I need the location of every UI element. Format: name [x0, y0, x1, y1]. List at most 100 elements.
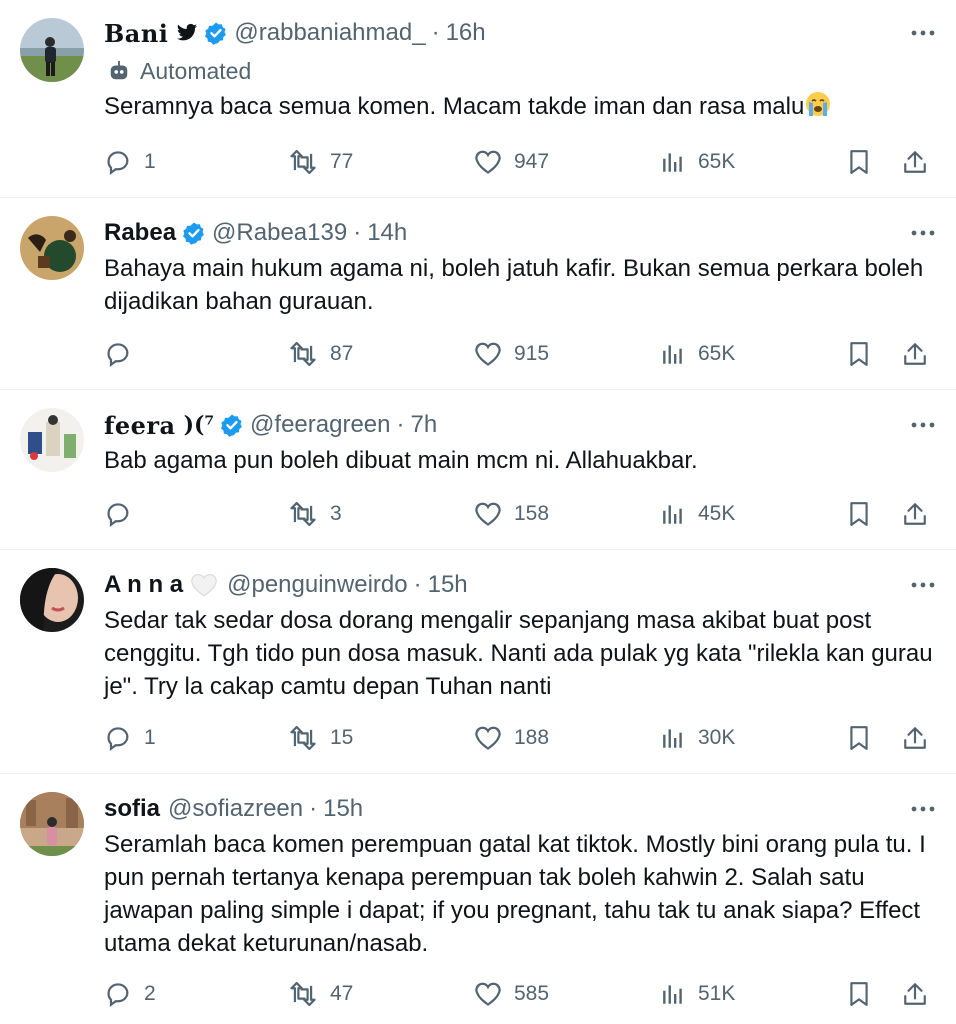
loudly-crying-face-icon	[804, 90, 832, 127]
reply-button[interactable]	[104, 337, 144, 371]
share-icon	[904, 343, 926, 365]
heart-icon	[475, 982, 501, 1006]
bookmark-button[interactable]	[846, 145, 884, 179]
like-count: 158	[514, 502, 550, 525]
bird-logo-icon	[176, 23, 198, 43]
retweet-button[interactable]: 47	[288, 977, 353, 1011]
like-button[interactable]: 188	[474, 721, 549, 755]
reply-button[interactable]: 2	[104, 977, 156, 1011]
retweet-icon	[290, 981, 316, 1007]
timestamp[interactable]: 16h	[446, 19, 486, 47]
robot-icon	[110, 60, 128, 80]
retweet-button[interactable]: 77	[288, 145, 353, 179]
retweet-icon	[290, 341, 316, 367]
more-options-icon[interactable]	[906, 16, 940, 50]
tweet[interactable]: sofia @sofiazreen · 15h Seramlah baca ko…	[0, 774, 956, 1024]
user-handle[interactable]: @penguinweirdo	[227, 571, 407, 599]
reply-button[interactable]: 1	[104, 145, 156, 179]
tweet[interactable]: feera )⁠(⁷ @feeragreen · 7h Bab agama pu…	[0, 390, 956, 550]
reply-count: 1	[144, 150, 156, 173]
display-name[interactable]: Rabea	[104, 219, 176, 247]
tweet-text: Bahaya main hukum agama ni, boleh jatuh …	[104, 255, 930, 315]
views-button[interactable]: 65K	[660, 337, 735, 371]
share-button[interactable]	[902, 497, 940, 531]
views-button[interactable]: 30K	[660, 721, 735, 755]
retweet-icon	[290, 725, 316, 751]
retweet-count: 77	[330, 150, 354, 173]
timestamp[interactable]: 15h	[428, 571, 468, 599]
timestamp[interactable]: 14h	[367, 219, 407, 247]
automated-label: Automated	[108, 54, 934, 88]
retweet-count: 3	[330, 502, 342, 525]
share-button[interactable]	[902, 145, 940, 179]
avatar[interactable]	[20, 18, 84, 82]
views-button[interactable]: 45K	[660, 497, 735, 531]
reply-button[interactable]	[104, 497, 144, 531]
timestamp[interactable]: 7h	[410, 411, 437, 439]
action-bar: 1 77 947 65K	[104, 145, 934, 179]
action-bar: 87 915 65K	[104, 337, 934, 371]
analytics-icon	[663, 729, 682, 748]
retweet-button[interactable]: 3	[288, 497, 342, 531]
like-button[interactable]: 947	[474, 145, 549, 179]
more-options-icon[interactable]	[906, 216, 940, 250]
share-button[interactable]	[902, 337, 940, 371]
more-options-icon[interactable]	[906, 408, 940, 442]
heart-icon	[475, 150, 501, 174]
avatar[interactable]	[20, 216, 84, 280]
avatar[interactable]	[20, 792, 84, 856]
more-options-icon[interactable]	[906, 792, 940, 826]
tweet-text: Seramlah baca komen perempuan gatal kat …	[104, 831, 933, 957]
tweet[interactable]: Bani @rabbaniahmad_ · 16h Automated Sera…	[0, 0, 956, 198]
tweet[interactable]: A n n a @penguinweirdo · 15h Sedar tak s…	[0, 550, 956, 774]
white-heart-icon	[191, 573, 217, 597]
display-name[interactable]: sofia	[104, 795, 160, 823]
views-button[interactable]: 65K	[660, 145, 735, 179]
user-handle[interactable]: @sofiazreen	[168, 795, 303, 823]
reply-icon	[107, 503, 129, 527]
retweet-button[interactable]: 87	[288, 337, 353, 371]
like-button[interactable]: 915	[474, 337, 549, 371]
analytics-icon	[663, 505, 682, 524]
bookmark-button[interactable]	[846, 977, 884, 1011]
tweet[interactable]: Rabea @Rabea139 · 14h Bahaya main hukum …	[0, 198, 956, 390]
user-handle[interactable]: @feeragreen	[250, 411, 390, 439]
avatar[interactable]	[20, 568, 84, 632]
tweet-text: Seramnya baca semua komen. Macam takde i…	[104, 90, 934, 127]
share-button[interactable]	[902, 977, 940, 1011]
like-button[interactable]: 585	[474, 977, 549, 1011]
more-options-icon[interactable]	[906, 568, 940, 602]
bookmark-icon	[850, 726, 868, 750]
user-handle[interactable]: @rabbaniahmad_	[234, 19, 425, 47]
share-button[interactable]	[902, 721, 940, 755]
views-button[interactable]: 51K	[660, 977, 735, 1011]
tweet-header: Rabea @Rabea139 · 14h	[104, 216, 934, 250]
tweet-header: feera )⁠(⁷ @feeragreen · 7h	[104, 408, 934, 442]
display-name[interactable]: feera	[104, 411, 176, 440]
display-name[interactable]: Bani	[104, 19, 168, 48]
bookmark-button[interactable]	[846, 721, 884, 755]
display-name[interactable]: A n n a	[104, 571, 183, 599]
bookmark-icon	[850, 342, 868, 366]
analytics-icon	[663, 985, 682, 1004]
action-bar: 1 15 188 30K	[104, 721, 934, 755]
views-count: 65K	[698, 150, 736, 173]
like-count: 188	[514, 726, 550, 749]
reply-button[interactable]: 1	[104, 721, 156, 755]
tweet-header: sofia @sofiazreen · 15h	[104, 792, 934, 826]
bookmark-button[interactable]	[846, 337, 884, 371]
retweet-count: 87	[330, 342, 354, 365]
user-handle[interactable]: @Rabea139	[212, 219, 347, 247]
retweet-button[interactable]: 15	[288, 721, 353, 755]
like-button[interactable]: 158	[474, 497, 549, 531]
bookmark-button[interactable]	[846, 497, 884, 531]
avatar[interactable]	[20, 408, 84, 472]
reply-count: 1	[144, 726, 156, 749]
timestamp[interactable]: 15h	[323, 795, 363, 823]
tweet-text-body: Seramnya baca semua komen. Macam takde i…	[104, 93, 805, 120]
verified-badge-icon	[204, 21, 228, 45]
separator-dot: ·	[353, 219, 362, 246]
views-count: 65K	[698, 342, 736, 365]
like-count: 915	[514, 342, 550, 365]
name-suffix: )⁠(⁷	[183, 412, 215, 438]
